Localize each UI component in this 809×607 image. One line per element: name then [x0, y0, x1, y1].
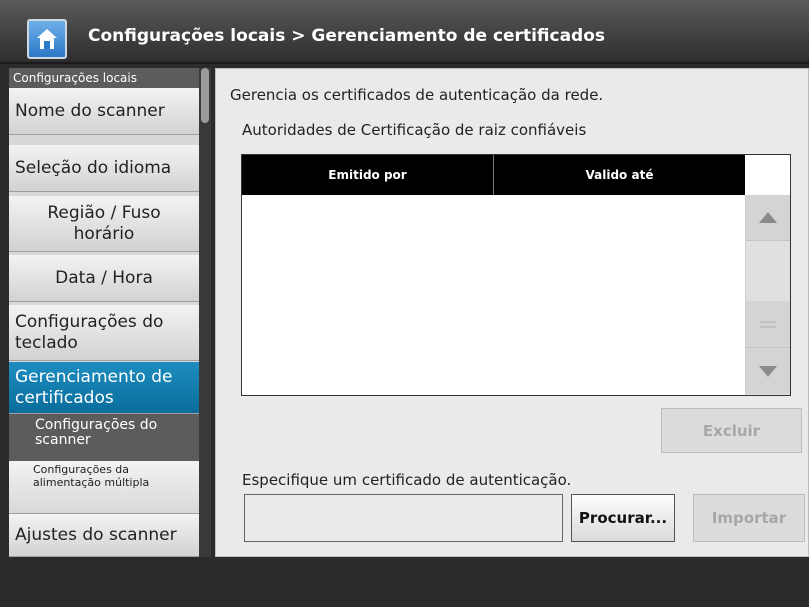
sidebar-item-label: Configurações do teclado — [15, 311, 164, 353]
scroll-up-button[interactable] — [746, 195, 790, 241]
sidebar-item-scanner-name[interactable]: Nome do scanner — [9, 88, 199, 135]
arrow-down-icon — [759, 365, 777, 377]
sidebar-item-label: Nome do scanner — [15, 100, 165, 121]
column-header-valid-until: Valido até — [494, 155, 745, 195]
sidebar-item-date-time[interactable]: Data / Hora — [9, 255, 199, 302]
certificate-file-input[interactable] — [244, 494, 563, 542]
sidebar-item-label: Configurações da alimentação múltipla — [33, 463, 150, 489]
arrow-up-icon — [759, 212, 777, 223]
sidebar-item-region-timezone[interactable]: Região / Fuso horário — [9, 196, 199, 252]
sidebar-item-certificate-management[interactable]: Gerenciamento de certificados — [9, 362, 199, 414]
browse-button[interactable]: Procurar... — [571, 494, 675, 542]
home-button[interactable] — [27, 19, 67, 59]
trusted-roots-label: Autoridades de Certificação de raiz conf… — [242, 121, 587, 139]
page-title: Configurações locais > Gerenciamento de … — [88, 26, 606, 46]
scroll-down-button[interactable] — [746, 348, 790, 394]
main-panel: Gerencia os certificados de autenticação… — [215, 68, 809, 557]
bottom-bar — [0, 559, 809, 607]
page-description: Gerencia os certificados de autenticação… — [230, 86, 604, 104]
import-button[interactable]: Importar — [693, 494, 805, 542]
sidebar-item-language[interactable]: Seleção do idioma — [9, 145, 199, 192]
sidebar-item-label: Gerenciamento de certificados — [15, 366, 173, 408]
table-scrollbar[interactable] — [745, 195, 790, 395]
specify-certificate-label: Especifique um certificado de autenticaç… — [242, 471, 572, 489]
sidebar-section-local-settings: Configurações locais — [9, 68, 199, 88]
grip-icon — [760, 320, 776, 328]
sidebar-item-label: Data / Hora — [55, 267, 153, 288]
sidebar-scrollbar-thumb[interactable] — [201, 68, 209, 123]
sidebar-item-multifeed-settings[interactable]: Configurações da alimentação múltipla — [9, 461, 199, 514]
delete-button[interactable]: Excluir — [661, 408, 802, 453]
home-icon — [37, 29, 57, 49]
sidebar-item-label: Ajustes do scanner — [15, 524, 177, 545]
certificate-table[interactable]: Emitido por Valido até — [241, 154, 791, 396]
sidebar-scrollbar[interactable] — [199, 68, 211, 557]
column-header-issued-by: Emitido por — [242, 155, 494, 195]
title-bar: Configurações locais > Gerenciamento de … — [0, 0, 809, 64]
scroll-thumb[interactable] — [746, 301, 790, 348]
sidebar-item-label: Seleção do idioma — [15, 157, 172, 178]
sidebar-item-label: Região / Fuso horário — [47, 202, 161, 244]
sidebar-item-scanner-adjustments[interactable]: Ajustes do scanner — [9, 514, 199, 557]
sidebar: Configurações locais Nome do scanner Sel… — [9, 68, 199, 557]
sidebar-item-keyboard-settings[interactable]: Configurações do teclado — [9, 305, 199, 361]
sidebar-section-scanner-settings: Configurações do scanner — [9, 414, 199, 461]
